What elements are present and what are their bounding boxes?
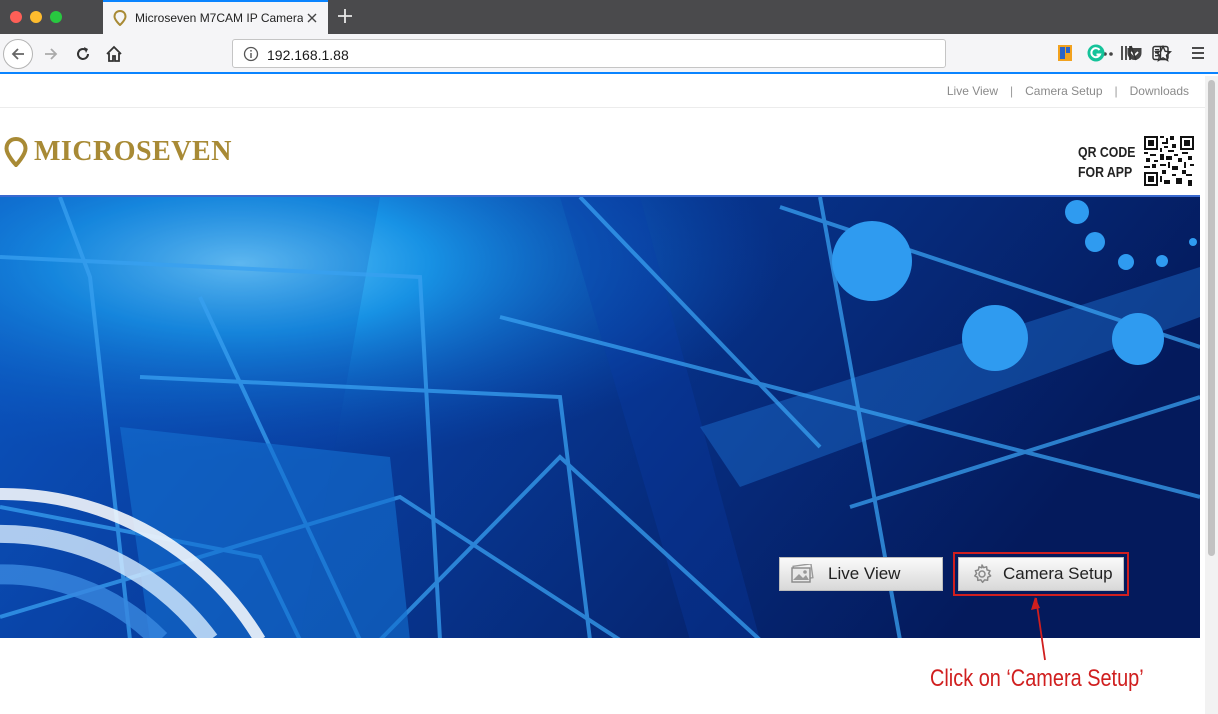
extension-icon[interactable] (1057, 44, 1073, 62)
navigation-toolbar: 192.168.1.88 (0, 34, 1218, 74)
nav-separator: | (1010, 84, 1014, 98)
address-bar[interactable]: 192.168.1.88 (232, 39, 1172, 68)
reload-button[interactable] (68, 39, 98, 69)
sidebar-icon[interactable] (1152, 45, 1169, 61)
nav-link-live-view[interactable]: Live View (947, 84, 998, 98)
arrow-icon (1031, 597, 1046, 661)
window-titlebar: Microseven M7CAM IP Camera (0, 0, 1218, 34)
nav-separator: | (1114, 84, 1118, 98)
site-favicon-icon (113, 10, 127, 26)
minimize-window-button[interactable] (30, 11, 42, 23)
top-navigation: Live View | Camera Setup | Downloads (947, 84, 1189, 98)
back-button[interactable] (3, 39, 33, 69)
new-tab-icon[interactable] (335, 6, 355, 26)
back-icon (11, 48, 24, 60)
library-icon[interactable] (1120, 45, 1138, 61)
info-icon[interactable] (243, 46, 259, 62)
location-pin-icon (4, 137, 28, 167)
divider (0, 107, 1205, 108)
nav-link-downloads[interactable]: Downloads (1130, 84, 1189, 98)
zoom-window-button[interactable] (50, 11, 62, 23)
camera-setup-button[interactable]: Camera Setup (958, 557, 1124, 591)
qr-label-line1: QR CODE (1078, 144, 1136, 161)
qr-code-image (1144, 136, 1194, 186)
gear-icon (971, 564, 995, 584)
home-icon (106, 45, 122, 62)
logo-text: MICROSEVEN (34, 136, 232, 167)
image-icon (790, 564, 814, 584)
web-page: Live View | Camera Setup | Downloads MIC… (0, 76, 1205, 714)
close-tab-icon[interactable] (306, 12, 318, 24)
page-scrollbar[interactable] (1205, 76, 1218, 714)
live-view-button[interactable]: Live View (779, 557, 943, 591)
callout-text: Click on ‘Camera Setup’ (930, 665, 1144, 692)
nav-link-camera-setup[interactable]: Camera Setup (1025, 84, 1102, 98)
forward-button[interactable] (36, 39, 66, 69)
url-text[interactable]: 192.168.1.88 (267, 47, 349, 63)
forward-icon (45, 48, 58, 60)
tab-title: Microseven M7CAM IP Camera (135, 11, 303, 25)
grammarly-icon[interactable] (1087, 44, 1105, 62)
qr-label-line2: FOR APP (1078, 164, 1133, 181)
microseven-logo[interactable]: MICROSEVEN (4, 136, 232, 168)
home-button[interactable] (99, 39, 129, 69)
browser-tab[interactable]: Microseven M7CAM IP Camera (103, 0, 328, 34)
qr-code-label: QR CODE FOR APP (1078, 143, 1135, 183)
scrollbar-thumb[interactable] (1208, 80, 1215, 556)
camera-setup-label: Camera Setup (1003, 564, 1113, 583)
close-window-button[interactable] (10, 11, 22, 23)
menu-icon[interactable] (1190, 45, 1206, 61)
live-view-label: Live View (828, 564, 901, 583)
reload-icon (77, 47, 89, 60)
